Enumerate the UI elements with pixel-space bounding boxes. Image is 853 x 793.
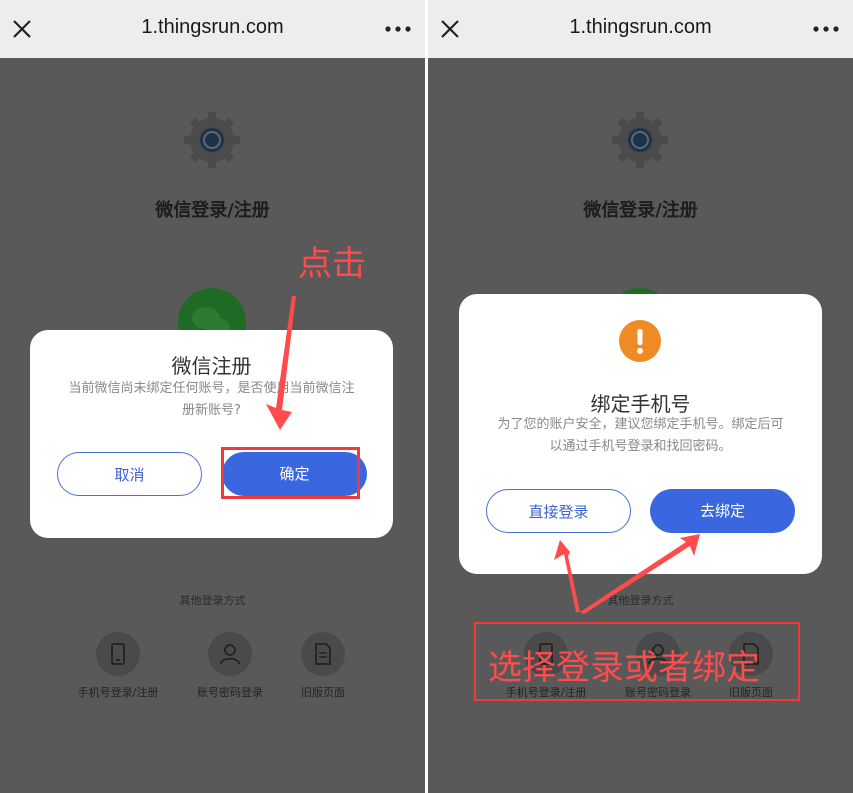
- annotation-arrow: [266, 296, 296, 430]
- annotation-arrows: [554, 534, 700, 614]
- right-screen: 1.thingsrun.com 微信登录/注册 其他登录方式 手机号登录/注册 …: [428, 0, 853, 793]
- left-screen: 1.thingsrun.com 微信登录/注册 其他登录方式 手机号登录/注册 …: [0, 0, 425, 793]
